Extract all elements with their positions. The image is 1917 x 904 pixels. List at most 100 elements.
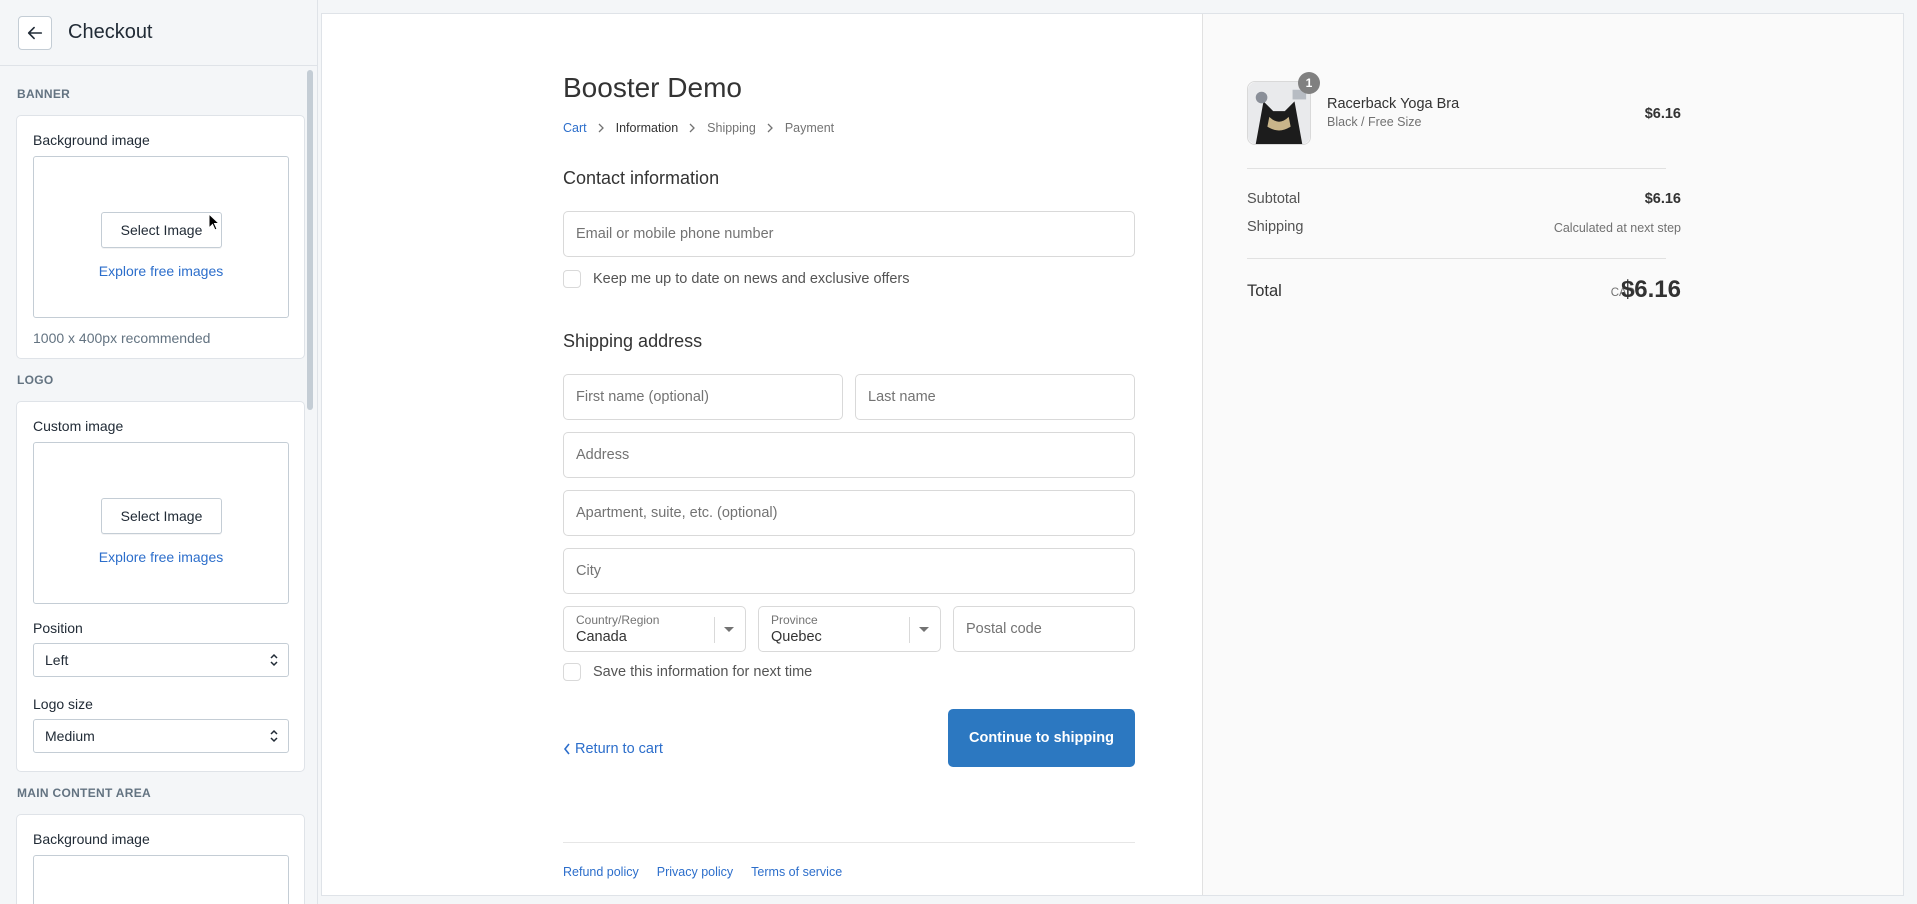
banner-explore-link[interactable]: Explore free images (34, 263, 288, 279)
email-placeholder: Email or mobile phone number (576, 226, 774, 242)
return-to-cart-label: Return to cart (575, 741, 663, 757)
arrow-left-icon (27, 26, 43, 39)
select-divider (714, 617, 715, 643)
back-button[interactable] (18, 15, 52, 50)
banner-image-dropzone[interactable]: Select Image Explore free images (33, 156, 289, 318)
chevron-right-icon (689, 123, 696, 133)
select-divider (909, 617, 910, 643)
mouse-cursor-icon (208, 213, 220, 231)
address-placeholder: Address (576, 447, 630, 463)
chevron-left-icon (563, 743, 570, 755)
logo-image-dropzone[interactable]: Select Image Explore free images (33, 442, 289, 604)
logo-size-value: Medium (45, 728, 95, 744)
logo-size-label: Logo size (33, 696, 93, 712)
save-info-checkbox[interactable] (563, 663, 581, 681)
address-input[interactable]: Address (563, 432, 1135, 478)
breadcrumb-payment: Payment (784, 121, 835, 135)
news-checkbox[interactable] (563, 270, 581, 288)
news-checkbox-row[interactable]: Keep me up to date on news and exclusive… (563, 270, 910, 288)
main-content-bg-label: Background image (33, 831, 150, 847)
checkout-preview: Booster Demo Cart Information Shipping P… (321, 13, 1904, 896)
shop-name[interactable]: Booster Demo (563, 72, 742, 104)
country-value: Canada (576, 629, 627, 645)
main-content-section-label: MAIN CONTENT AREA (17, 786, 151, 800)
refund-policy-link[interactable]: Refund policy (563, 865, 639, 879)
province-value: Quebec (771, 629, 822, 645)
checkout-main: Booster Demo Cart Information Shipping P… (322, 14, 1202, 895)
subtotal-value: $6.16 (1644, 191, 1681, 207)
logo-position-select[interactable]: Left (33, 643, 289, 677)
footer-divider (563, 842, 1135, 843)
first-name-placeholder: First name (optional) (576, 389, 709, 405)
banner-select-image-button[interactable]: Select Image (101, 212, 222, 248)
logo-explore-link[interactable]: Explore free images (34, 549, 288, 565)
sidebar-scroll-area: BANNER Background image Select Image Exp… (0, 66, 317, 904)
save-info-checkbox-label: Save this information for next time (593, 664, 813, 680)
logo-position-value: Left (45, 652, 69, 668)
main-content-card: Background image (16, 814, 305, 904)
logo-card: Custom image Select Image Explore free i… (16, 401, 305, 772)
country-select[interactable]: Country/Region Canada (563, 606, 746, 652)
subtotal-label: Subtotal (1247, 191, 1301, 207)
shipping-label: Shipping (1247, 219, 1304, 235)
last-name-placeholder: Last name (868, 389, 936, 405)
breadcrumb-shipping: Shipping (707, 121, 756, 135)
city-input[interactable]: City (563, 548, 1135, 594)
banner-section-label: BANNER (17, 87, 71, 101)
summary-divider (1247, 258, 1666, 259)
postal-code-placeholder: Postal code (966, 621, 1042, 637)
summary-divider (1247, 168, 1666, 169)
apartment-input[interactable]: Apartment, suite, etc. (optional) (563, 490, 1135, 536)
province-select[interactable]: Province Quebec (758, 606, 941, 652)
breadcrumb: Cart Information Shipping Payment (563, 121, 834, 135)
sidebar-header: Checkout (0, 0, 317, 66)
banner-bg-label: Background image (33, 132, 150, 148)
product-price: $6.16 (1644, 106, 1681, 122)
chevron-right-icon (598, 123, 604, 133)
first-name-input[interactable]: First name (optional) (563, 374, 843, 420)
province-label: Province (771, 613, 818, 627)
caret-down-icon (724, 627, 734, 632)
caret-down-icon (919, 627, 929, 632)
last-name-input[interactable]: Last name (855, 374, 1135, 420)
main-content-image-dropzone[interactable] (33, 855, 289, 904)
chevron-right-icon (767, 123, 773, 133)
sidebar-scrollbar[interactable] (307, 70, 313, 410)
total-value: $6.16 (1620, 276, 1681, 303)
product-thumbnail: 1 (1247, 72, 1320, 145)
save-info-checkbox-row[interactable]: Save this information for next time (563, 663, 812, 681)
breadcrumb-cart[interactable]: Cart (563, 121, 587, 135)
apartment-placeholder: Apartment, suite, etc. (optional) (576, 505, 778, 521)
footer-links: Refund policy Privacy policy Terms of se… (563, 865, 860, 879)
privacy-policy-link[interactable]: Privacy policy (657, 865, 733, 879)
terms-of-service-link[interactable]: Terms of service (751, 865, 842, 879)
banner-card: Background image Select Image Explore fr… (16, 115, 305, 359)
theme-editor-sidebar: Checkout BANNER Background image Select … (0, 0, 318, 904)
logo-position-label: Position (33, 620, 83, 636)
logo-custom-label: Custom image (33, 418, 124, 434)
shipping-value: Calculated at next step (1553, 221, 1681, 235)
order-summary: 1 Racerback Yoga Bra Black / Free Size $… (1202, 14, 1903, 895)
postal-code-input[interactable]: Postal code (953, 606, 1135, 652)
news-checkbox-label: Keep me up to date on news and exclusive… (593, 271, 910, 287)
product-image-icon (1248, 82, 1310, 144)
email-input[interactable]: Email or mobile phone number (563, 211, 1135, 257)
product-name: Racerback Yoga Bra (1327, 96, 1460, 112)
logo-select-image-button[interactable]: Select Image (101, 498, 222, 534)
country-label: Country/Region (576, 613, 660, 627)
total-label: Total (1247, 282, 1282, 300)
banner-size-hint: 1000 x 400px recommended (33, 330, 211, 346)
contact-title: Contact information (563, 168, 720, 188)
logo-size-select[interactable]: Medium (33, 719, 289, 753)
continue-to-shipping-button[interactable]: Continue to shipping (948, 709, 1135, 767)
product-variant: Black / Free Size (1327, 115, 1422, 129)
select-arrows-icon (270, 729, 278, 743)
city-placeholder: City (576, 563, 601, 579)
shipping-title: Shipping address (563, 331, 703, 351)
sidebar-title: Checkout (68, 21, 153, 43)
logo-section-label: LOGO (17, 373, 54, 387)
select-arrows-icon (270, 653, 278, 667)
breadcrumb-information: Information (615, 121, 679, 135)
quantity-badge: 1 (1298, 72, 1320, 94)
return-to-cart-link[interactable]: Return to cart (563, 741, 663, 757)
